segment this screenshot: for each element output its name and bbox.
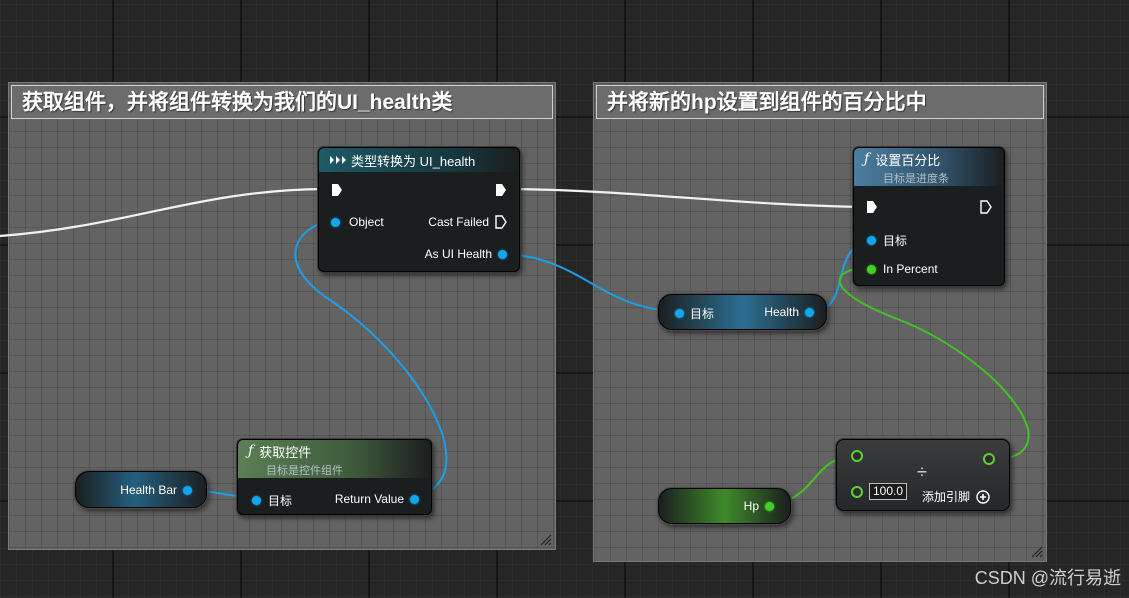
cast-as-label: As UI Health	[424, 247, 492, 261]
exec-pin-icon	[496, 184, 506, 196]
exec-wire-cast-to-set	[515, 187, 863, 209]
divide-node[interactable]: ÷ 100.0 添加引脚	[836, 439, 1010, 511]
exec-pin-icon	[867, 201, 877, 213]
hp-label: Hp	[743, 499, 759, 513]
set-percent-exec-in-pin[interactable]	[866, 200, 878, 214]
divide-add-pin-label: 添加引脚	[922, 490, 971, 504]
health-getter-output-label: Health	[764, 305, 799, 319]
cast-object-label: Object	[349, 215, 384, 229]
object-pin-dot	[867, 236, 876, 245]
health-bar-variable-node[interactable]: Health Bar	[75, 471, 207, 508]
hp-variable-node[interactable]: Hp	[658, 488, 791, 524]
object-pin-dot	[331, 217, 340, 227]
set-percent-node[interactable]: ƒ 设置百分比 目标是进度条 目标 In Percent	[853, 147, 1005, 286]
float-pin-ring	[851, 450, 863, 462]
exec-pin-icon	[332, 184, 342, 196]
object-pin-dot	[410, 494, 419, 504]
float-pin-dot	[867, 264, 876, 274]
divide-input-a-pin[interactable]	[851, 450, 863, 462]
get-widget-target-label: 目标	[268, 494, 293, 508]
set-percent-target-label: 目标	[883, 234, 908, 248]
get-widget-return-label: Return Value	[334, 492, 404, 506]
get-widget-target-pin[interactable]: 目标	[252, 492, 292, 509]
cast-node-header: 类型转换为 UI_health	[319, 148, 519, 172]
object-pin-dot	[498, 249, 507, 259]
health-getter-target-pin[interactable]: 目标	[675, 305, 714, 322]
object-pin-dot	[805, 307, 814, 317]
set-percent-node-subtitle: 目标是进度条	[883, 173, 949, 185]
exec-wire-in	[0, 187, 325, 238]
cast-failed-label: Cast Failed	[428, 215, 489, 229]
float-pin-ring	[983, 453, 995, 465]
exec-pin-outline-icon	[495, 215, 507, 229]
object-pin-dot	[675, 309, 684, 318]
float-wire-divide-to-percent	[838, 267, 1030, 461]
float-pin-ring	[851, 485, 863, 498]
health-bar-output-pin[interactable]: Health Bar	[120, 483, 192, 497]
hp-output-pin[interactable]: Hp	[744, 499, 774, 513]
set-percent-in-percent-pin[interactable]: In Percent	[867, 262, 938, 276]
divide-input-b-value[interactable]: 100.0	[869, 483, 908, 500]
cast-exec-out-pin[interactable]	[495, 183, 507, 197]
function-icon: ƒ	[248, 443, 254, 459]
health-getter-output-pin[interactable]: Health	[764, 305, 814, 319]
divide-output-pin[interactable]	[983, 453, 995, 465]
health-bar-label: Health Bar	[120, 483, 177, 497]
cast-failed-pin[interactable]: Cast Failed	[428, 215, 507, 229]
get-widget-node-header: ƒ 获取控件 目标是控件组件	[238, 440, 431, 478]
get-widget-node[interactable]: ƒ 获取控件 目标是控件组件 目标 Return Value	[237, 439, 432, 515]
cast-icon	[330, 156, 346, 164]
object-pin-dot	[183, 485, 192, 495]
set-percent-node-header: ƒ 设置百分比 目标是进度条	[854, 148, 1004, 186]
get-widget-node-title: 获取控件	[259, 444, 312, 460]
watermark: CSDN @流行易逝	[974, 568, 1121, 588]
health-getter-target-label: 目标	[690, 307, 715, 321]
cast-exec-in-pin[interactable]	[331, 183, 343, 197]
add-circle-icon	[976, 489, 990, 504]
divide-input-b-pin[interactable]: 100.0	[851, 483, 908, 500]
function-icon: ƒ	[864, 151, 870, 167]
cast-node-title: 类型转换为 UI_health	[351, 153, 476, 169]
get-widget-node-subtitle: 目标是控件组件	[266, 465, 343, 477]
set-percent-exec-out-pin[interactable]	[980, 200, 992, 214]
set-percent-target-pin[interactable]: 目标	[867, 232, 907, 249]
divide-symbol: ÷	[917, 462, 927, 482]
set-percent-node-title: 设置百分比	[875, 152, 941, 168]
set-percent-in-percent-label: In Percent	[883, 262, 938, 276]
cast-object-pin[interactable]: Object	[331, 215, 384, 229]
cast-node[interactable]: 类型转换为 UI_health Object Cast Failed As UI…	[318, 147, 520, 272]
object-pin-dot	[252, 496, 261, 505]
cast-as-pin[interactable]: As UI Health	[425, 247, 507, 261]
exec-pin-outline-icon	[980, 200, 992, 214]
health-getter-node[interactable]: 目标 Health	[658, 294, 827, 330]
object-wire-as-to-target	[499, 253, 681, 312]
divide-add-pin-button[interactable]: 添加引脚	[922, 488, 990, 505]
float-pin-dot	[765, 501, 774, 511]
get-widget-return-pin[interactable]: Return Value	[335, 492, 419, 506]
